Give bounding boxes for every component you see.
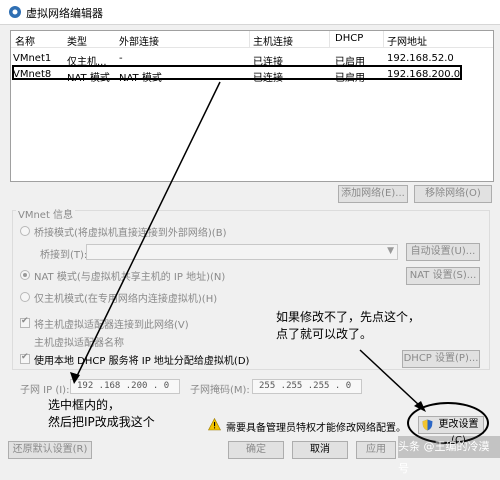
warning-icon [208,418,221,431]
watermark-text: 头条 @王编的冷漠号 [398,436,500,475]
cancel-button[interactable]: 取消 [292,441,348,459]
restore-defaults-button[interactable]: 还原默认设置(R) [8,441,92,459]
left-note-line-1: 选中框内的， [48,398,121,412]
admin-notice: 需要具备管理员特权才能修改网络配置。 [226,423,406,434]
ok-button[interactable]: 确定 [228,441,284,459]
right-annotation-note: 如果修改不了，先点这个， 点了就可以改了。 [276,308,420,342]
right-note-line-2: 点了就可以改了。 [276,327,373,341]
left-note-line-2: 然后把IP改成我这个 [48,415,155,429]
apply-button[interactable]: 应用 [356,441,396,459]
left-annotation-note: 选中框内的， 然后把IP改成我这个 [48,396,155,430]
right-note-line-1: 如果修改不了，先点这个， [276,310,421,324]
